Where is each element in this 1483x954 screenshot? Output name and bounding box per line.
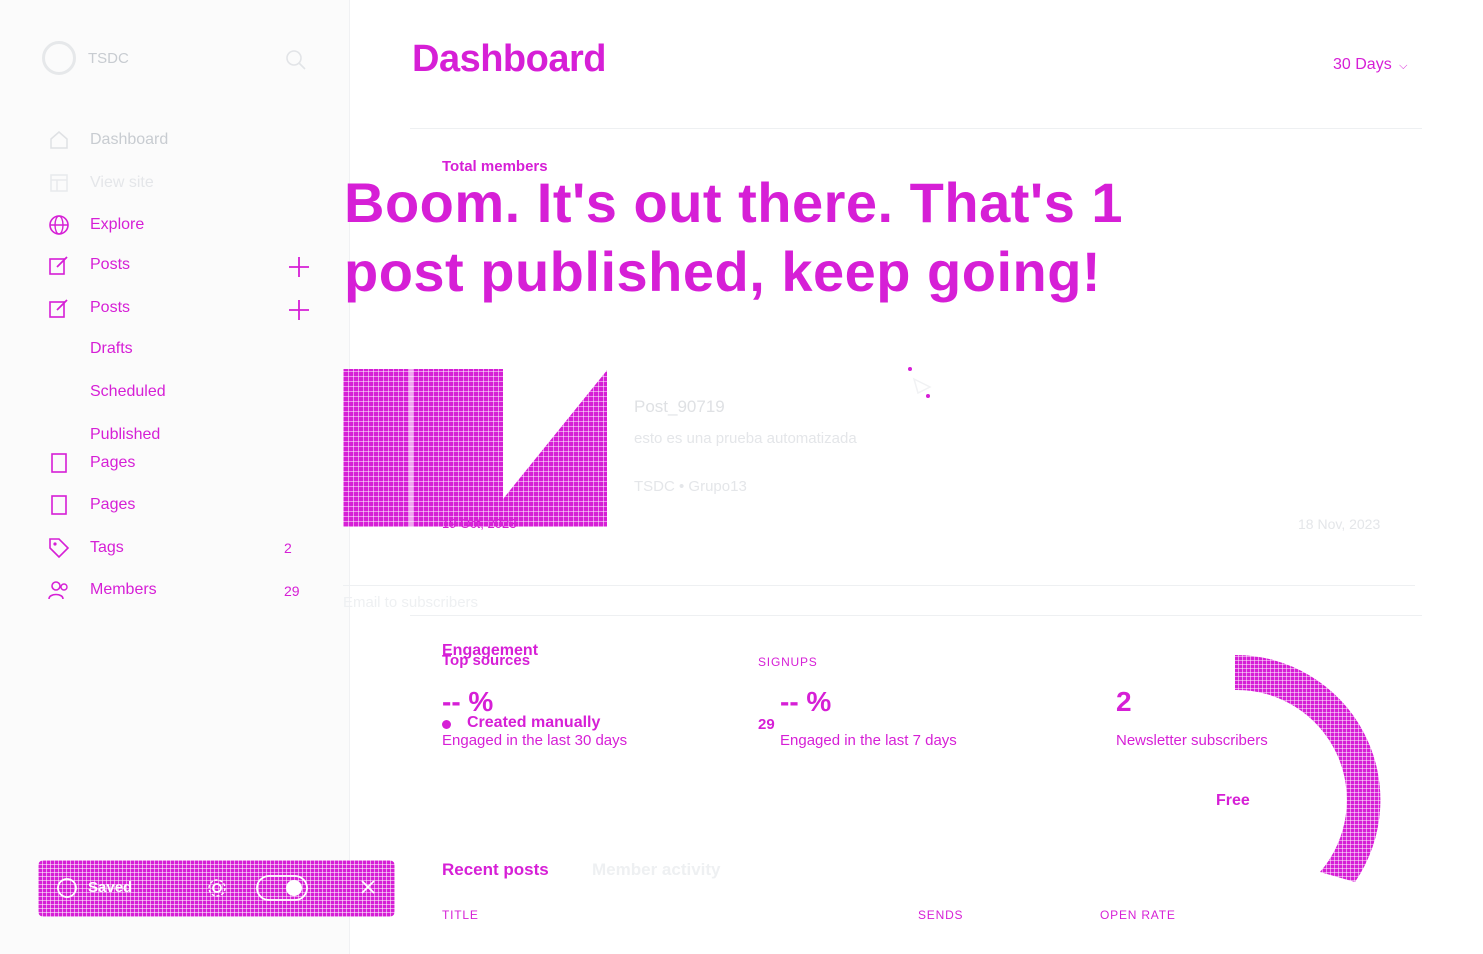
globe-icon bbox=[48, 214, 70, 236]
publish-celebration-banner: Boom. It's out there. That's 1 post publ… bbox=[344, 171, 1124, 303]
sidebar-subitem-drafts[interactable]: Drafts bbox=[90, 340, 133, 358]
tab-recent-posts[interactable]: Recent posts bbox=[442, 860, 549, 880]
tags-count: 2 bbox=[284, 540, 292, 556]
sidebar-item-members[interactable]: Members bbox=[48, 579, 157, 601]
members-icon bbox=[48, 579, 70, 601]
signups-column-label: SIGNUPS bbox=[758, 655, 818, 669]
saved-status-bar[interactable]: Saved bbox=[38, 860, 395, 917]
sidebar-item-pages-active[interactable]: Pages bbox=[48, 494, 135, 516]
source-dot bbox=[442, 720, 451, 729]
email-subscribers-label: Email to subscribers bbox=[343, 594, 479, 611]
sidebar-item-label: Members bbox=[90, 581, 157, 598]
edit-icon bbox=[48, 254, 70, 276]
sidebar-item-label: Posts bbox=[90, 299, 131, 316]
site-logo-icon bbox=[42, 41, 76, 75]
page-title: Dashboard bbox=[412, 38, 606, 80]
saved-label: Saved bbox=[88, 879, 133, 896]
top-sources-heading: Top sources bbox=[442, 652, 531, 669]
confetti-icon bbox=[906, 365, 938, 406]
newsletter-subscribers-value: 2 bbox=[1116, 686, 1132, 717]
site-name: TSDC bbox=[88, 49, 129, 67]
sidebar-subitem-published[interactable]: Published bbox=[90, 426, 160, 444]
members-count: 29 bbox=[284, 583, 300, 599]
donut-label: Free bbox=[1216, 792, 1250, 809]
image-shape bbox=[409, 369, 413, 527]
page-icon bbox=[48, 452, 70, 474]
chevron-down-icon: ⌵ bbox=[1399, 60, 1408, 72]
engaged-7-label: Engaged in the last 7 days bbox=[780, 732, 957, 749]
date-range-select[interactable]: 30 Days ⌵ bbox=[1333, 56, 1408, 74]
column-header-sends[interactable]: SENDS bbox=[918, 908, 963, 922]
sidebar-item-label: View site bbox=[90, 174, 154, 191]
source-signups: 29 bbox=[758, 716, 775, 733]
toggle-icon[interactable] bbox=[256, 875, 308, 906]
main-content: Dashboard 30 Days ⌵ Total members Boom. … bbox=[343, 0, 1483, 954]
engaged-30-label: Engaged in the last 30 days bbox=[442, 732, 628, 749]
sidebar-item-tags[interactable]: Tags bbox=[48, 537, 124, 559]
search-icon[interactable] bbox=[284, 48, 308, 72]
post-title[interactable]: Post_90719 bbox=[634, 397, 725, 417]
column-header-open-rate[interactable]: OPEN RATE bbox=[1100, 908, 1176, 922]
home-icon bbox=[48, 129, 70, 151]
sidebar-item-dashboard[interactable]: Dashboard bbox=[48, 129, 168, 151]
sidebar-item-posts-active[interactable]: Posts bbox=[48, 297, 130, 319]
layout-icon bbox=[48, 172, 70, 194]
date-range-value: 30 Days bbox=[1333, 56, 1392, 73]
image-shape bbox=[503, 369, 607, 499]
post-date: 18 Nov, 2023 bbox=[1298, 516, 1381, 532]
sidebar-item-posts[interactable]: Posts bbox=[48, 254, 130, 276]
divider bbox=[410, 615, 1422, 616]
divider bbox=[410, 128, 1422, 129]
column-header-title[interactable]: TITLE bbox=[442, 908, 479, 922]
divider bbox=[343, 585, 1415, 586]
sidebar-item-label: Pages bbox=[90, 496, 136, 513]
sidebar-item-view-site[interactable]: View site bbox=[48, 172, 154, 194]
sidebar-item-label: Dashboard bbox=[90, 131, 169, 148]
engaged-7-value: -- % bbox=[780, 686, 832, 717]
sidebar: TSDC Dashboard View site Explore Posts P… bbox=[0, 0, 395, 954]
sidebar-item-label: Posts bbox=[90, 256, 131, 273]
sidebar-item-pages[interactable]: Pages bbox=[48, 452, 135, 474]
post-meta: TSDC • Grupo13 bbox=[634, 478, 747, 495]
site-brand[interactable]: TSDC bbox=[42, 41, 129, 75]
sidebar-item-label: Pages bbox=[90, 454, 136, 471]
sidebar-item-label: Explore bbox=[90, 216, 145, 233]
post-date: 19 Oct, 2023 bbox=[442, 516, 517, 531]
new-post-plus-icon[interactable] bbox=[288, 256, 310, 278]
tab-member-activity[interactable]: Member activity bbox=[592, 860, 721, 880]
page-icon bbox=[48, 494, 70, 516]
tag-icon bbox=[48, 537, 70, 559]
post-feature-image[interactable] bbox=[343, 369, 607, 527]
user-avatar-icon[interactable] bbox=[56, 877, 78, 904]
new-post-plus-icon[interactable] bbox=[288, 299, 310, 321]
sidebar-item-label: Tags bbox=[90, 539, 124, 556]
sidebar-item-explore[interactable]: Explore bbox=[48, 214, 144, 236]
source-name: Created manually bbox=[467, 714, 601, 731]
post-excerpt: esto es una prueba automatizada bbox=[634, 430, 857, 447]
edit-icon bbox=[48, 297, 70, 319]
gear-icon[interactable] bbox=[206, 877, 228, 904]
sources-donut-chart bbox=[1235, 654, 1381, 882]
sidebar-subitem-scheduled[interactable]: Scheduled bbox=[90, 383, 166, 401]
donut-segment-free bbox=[1235, 654, 1381, 882]
